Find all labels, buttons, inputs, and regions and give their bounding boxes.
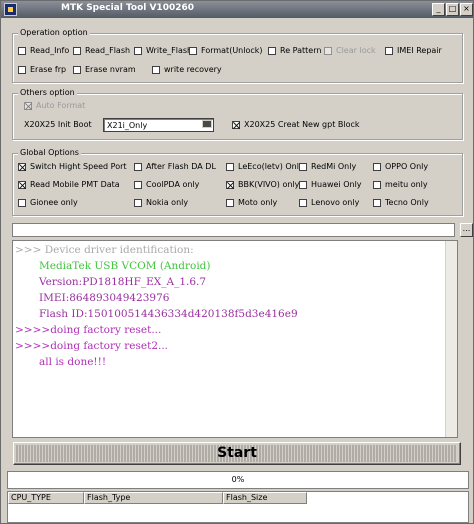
checkbox-box xyxy=(299,198,307,207)
checkbox-box xyxy=(152,65,160,74)
checkbox-box xyxy=(226,162,234,171)
log-output: >>> Device driver identification: MediaT… xyxy=(12,240,458,438)
checkbox-box xyxy=(385,46,393,55)
checkbox-box xyxy=(268,46,276,55)
re-pattern-lock-checkbox[interactable]: Re Pattern lo xyxy=(268,46,331,55)
checkbox-box xyxy=(18,198,26,207)
checkbox-box xyxy=(373,162,381,171)
checkbox-box xyxy=(226,180,234,189)
log-line: >>> Device driver identification: xyxy=(15,244,194,256)
read-mobile-pmt-checkbox[interactable]: Read Mobile PMT Data xyxy=(18,180,120,189)
after-flash-da-dl-checkbox[interactable]: After Flash DA DL xyxy=(134,162,216,171)
huawei-only-checkbox[interactable]: Huawei Only xyxy=(299,180,362,189)
progress-bar: 0% xyxy=(7,471,469,489)
checkbox-box xyxy=(73,65,81,74)
checkbox-box xyxy=(24,101,32,110)
auto-format-checkbox[interactable]: Auto Format xyxy=(24,101,85,110)
checkbox-box xyxy=(73,46,81,55)
log-scrollbar[interactable] xyxy=(445,241,457,437)
imei-repair-checkbox[interactable]: IMEI Repair xyxy=(385,46,442,55)
start-button[interactable]: Start xyxy=(13,442,461,465)
init-boot-select[interactable]: X21i_Only xyxy=(103,118,214,132)
window-title: MTK Special Tool V100260 xyxy=(61,3,195,13)
checkbox-box xyxy=(299,162,307,171)
coolpda-only-checkbox[interactable]: CoolPDA only xyxy=(134,180,199,189)
app-icon xyxy=(4,3,17,16)
checkbox-box xyxy=(134,198,142,207)
browse-button[interactable]: ... xyxy=(460,223,473,237)
nokia-only-checkbox[interactable]: Nokia only xyxy=(134,198,188,207)
switch-high-speed-port-checkbox[interactable]: Switch Hight Speed Port xyxy=(18,162,127,171)
progress-text: 0% xyxy=(231,475,245,484)
log-line: MediaTek USB VCOM (Android) xyxy=(39,260,211,272)
checkbox-box xyxy=(134,162,142,171)
leeco-only-checkbox[interactable]: LeEco(letv) Only xyxy=(226,162,304,171)
write-recovery-checkbox[interactable]: write recovery xyxy=(152,65,222,74)
device-info-list: CPU_TYPE Flash_Type Flash_Size xyxy=(7,491,469,523)
gionee-only-checkbox[interactable]: Gionee only xyxy=(18,198,78,207)
global-options-title: Global Options xyxy=(18,148,81,157)
erase-nvram-checkbox[interactable]: Erase nvram xyxy=(73,65,136,74)
meitu-only-checkbox[interactable]: meitu only xyxy=(373,180,428,189)
checkbox-box xyxy=(18,65,26,74)
file-path-input[interactable] xyxy=(12,223,455,237)
oppo-only-checkbox[interactable]: OPPO Only xyxy=(373,162,428,171)
maximize-button[interactable]: □ xyxy=(446,3,459,16)
operation-option-group: Operation option xyxy=(12,28,463,83)
checkbox-box xyxy=(18,180,26,189)
checkbox-box xyxy=(232,120,240,129)
checkbox-box xyxy=(324,46,332,55)
column-header-flash-type[interactable]: Flash_Type xyxy=(84,492,223,504)
moto-only-checkbox[interactable]: Moto only xyxy=(226,198,277,207)
close-button[interactable]: × xyxy=(460,3,473,16)
lenovo-only-checkbox[interactable]: Lenovo only xyxy=(299,198,359,207)
log-line: >>>>doing factory reset2... xyxy=(15,340,169,352)
checkbox-box xyxy=(189,46,197,55)
erase-frp-checkbox[interactable]: Erase frp xyxy=(18,65,66,74)
log-line: all is done!!! xyxy=(39,356,107,368)
checkbox-box xyxy=(299,180,307,189)
checkbox-box xyxy=(373,198,381,207)
main-window: MTK Special Tool V100260 _ □ × Operation… xyxy=(0,0,474,524)
format-unlock-checkbox[interactable]: Format(Unlock) xyxy=(189,46,263,55)
gpt-block-checkbox[interactable]: X20X25 Creat New gpt Block xyxy=(232,120,360,129)
checkbox-box xyxy=(226,198,234,207)
bbk-vivo-only-checkbox[interactable]: BBK(VIVO) only xyxy=(226,180,299,189)
dropdown-arrow-icon[interactable] xyxy=(202,120,212,128)
column-header-cpu-type[interactable]: CPU_TYPE xyxy=(8,492,84,504)
tecno-only-checkbox[interactable]: Tecno Only xyxy=(373,198,429,207)
minimize-button[interactable]: _ xyxy=(432,3,445,16)
log-line: Version:PD1818HF_EX_A_1.6.7 xyxy=(39,276,207,288)
write-flash-checkbox[interactable]: Write_Flash xyxy=(134,46,192,55)
checkbox-box xyxy=(134,180,142,189)
clear-lock-checkbox[interactable]: Clear lock xyxy=(324,46,376,55)
operation-option-title: Operation option xyxy=(18,28,90,37)
init-boot-value: X21i_Only xyxy=(107,121,148,130)
start-button-label: Start xyxy=(217,445,257,461)
init-boot-label: X20X25 Init Boot xyxy=(24,120,92,129)
read-flash-checkbox[interactable]: Read_Flash xyxy=(73,46,130,55)
checkbox-box xyxy=(18,46,26,55)
checkbox-box xyxy=(134,46,142,55)
redmi-only-checkbox[interactable]: RedMi Only xyxy=(299,162,356,171)
column-header-flash-size[interactable]: Flash_Size xyxy=(223,492,307,504)
read-info-checkbox[interactable]: Read_Info xyxy=(18,46,69,55)
log-line: >>>>doing factory reset... xyxy=(15,324,162,336)
title-bar[interactable]: MTK Special Tool V100260 _ □ × xyxy=(1,1,473,18)
checkbox-box xyxy=(18,162,26,171)
log-line: IMEI:864893049423976 xyxy=(39,292,170,304)
others-option-title: Others option xyxy=(18,88,77,97)
checkbox-box xyxy=(373,180,381,189)
log-line: Flash ID:150100514436334d420138f5d3e416e… xyxy=(39,308,298,320)
